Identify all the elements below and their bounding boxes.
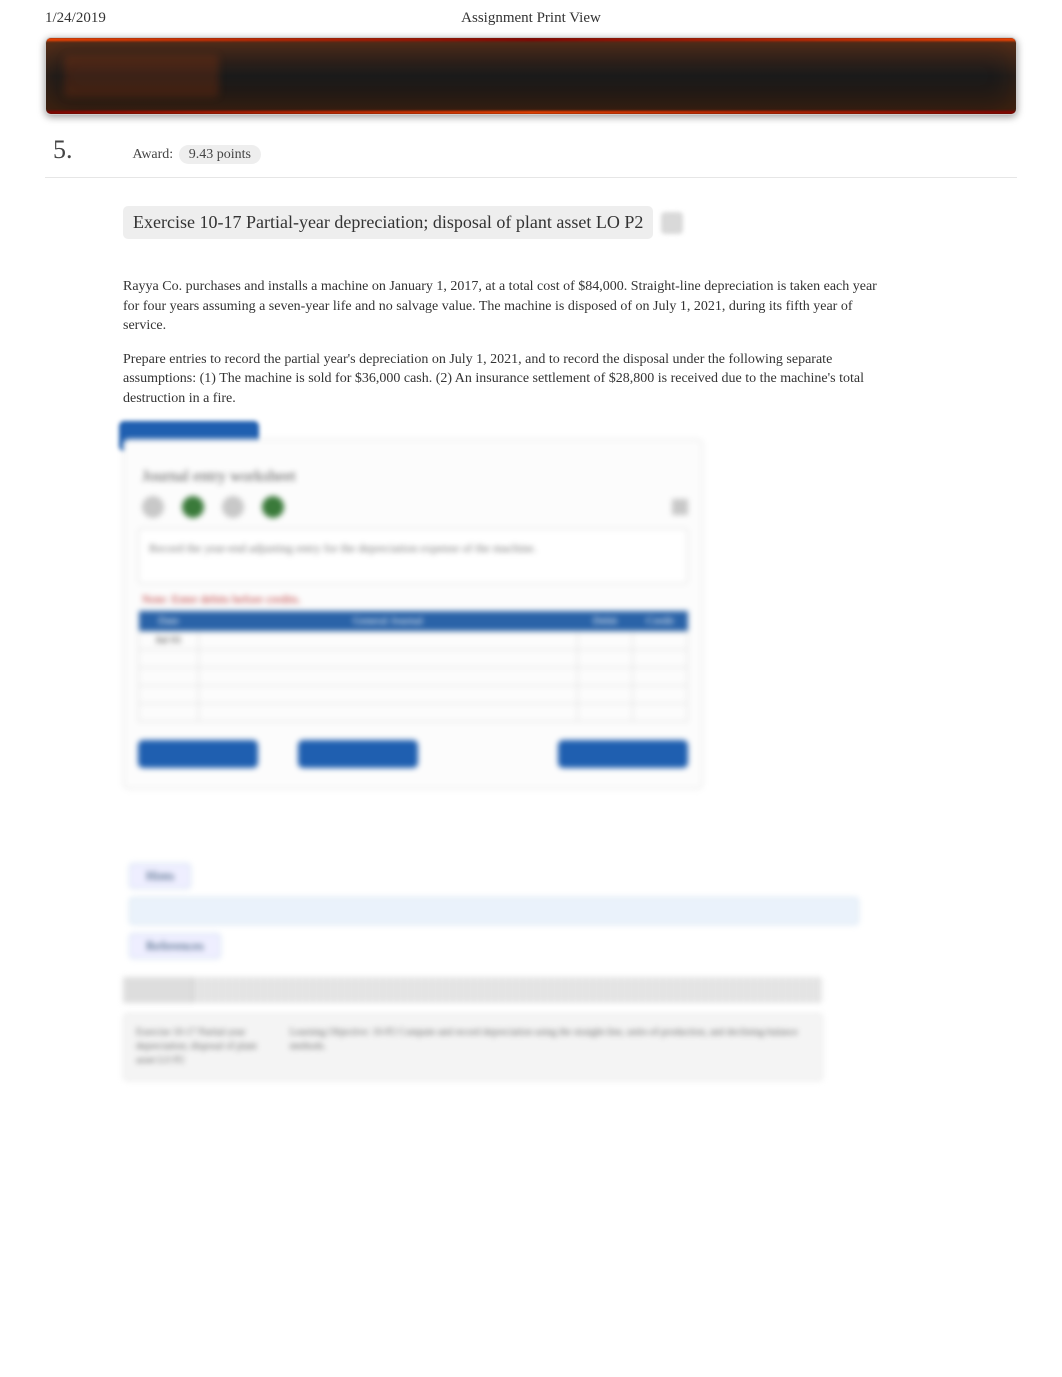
hints-link[interactable]: Hints bbox=[129, 863, 191, 889]
ebook-resources-link[interactable] bbox=[129, 897, 859, 925]
record-entry-button[interactable] bbox=[138, 740, 258, 768]
table-cell[interactable] bbox=[578, 703, 633, 721]
step-indicator[interactable] bbox=[222, 496, 244, 518]
meta-bar bbox=[123, 977, 823, 1003]
step-indicator[interactable] bbox=[182, 496, 204, 518]
question-number: 5. bbox=[53, 135, 73, 165]
page-title: Assignment Print View bbox=[461, 10, 601, 27]
journal-table[interactable]: Date General Journal Debit Credit Jul 01 bbox=[138, 611, 688, 722]
table-cell[interactable] bbox=[199, 631, 578, 649]
col-general-journal: General Journal bbox=[199, 611, 578, 632]
col-debit: Debit bbox=[578, 611, 633, 632]
step-indicator[interactable] bbox=[262, 496, 284, 518]
col-credit: Credit bbox=[633, 611, 688, 632]
table-cell[interactable] bbox=[578, 667, 633, 685]
award-label: Award: bbox=[133, 147, 174, 162]
reference-details: Exercise 10-17 Partial-year depreciation… bbox=[123, 1013, 823, 1081]
table-cell[interactable] bbox=[633, 631, 688, 649]
close-icon[interactable] bbox=[672, 499, 688, 515]
worksheet-instruction: Record the year-end adjusting entry for … bbox=[138, 528, 688, 584]
table-cell[interactable] bbox=[199, 703, 578, 721]
reference-right: Learning Objective: 10-P2 Compute and re… bbox=[290, 1026, 810, 1068]
table-cell[interactable] bbox=[578, 685, 633, 703]
table-cell[interactable] bbox=[578, 631, 633, 649]
table-cell[interactable] bbox=[199, 667, 578, 685]
references-link[interactable]: References bbox=[129, 933, 221, 959]
worksheet-note: Note: Enter debits before credits. bbox=[142, 592, 688, 607]
table-cell[interactable]: Jul 01 bbox=[139, 631, 199, 649]
help-icon[interactable] bbox=[661, 212, 683, 234]
step-indicator[interactable] bbox=[142, 496, 164, 518]
journal-entry-worksheet: Journal entry worksheet Record the year-… bbox=[123, 439, 703, 789]
award-points: 9.43 points bbox=[179, 145, 261, 164]
table-cell[interactable] bbox=[139, 649, 199, 667]
worksheet-title: Journal entry worksheet bbox=[142, 468, 688, 486]
problem-paragraph-2: Prepare entries to record the partial ye… bbox=[123, 350, 885, 409]
table-cell[interactable] bbox=[578, 649, 633, 667]
clear-entry-button[interactable] bbox=[298, 740, 418, 768]
table-cell[interactable] bbox=[633, 667, 688, 685]
table-cell[interactable] bbox=[633, 703, 688, 721]
question-header: 5. Award: 9.43 points bbox=[45, 115, 1017, 178]
references-section: Hints References Exercise 10-17 Partial-… bbox=[123, 859, 885, 1081]
print-date: 1/24/2019 bbox=[45, 10, 106, 27]
table-cell[interactable] bbox=[633, 685, 688, 703]
brand-banner bbox=[45, 37, 1017, 115]
table-cell[interactable] bbox=[139, 685, 199, 703]
table-cell[interactable] bbox=[633, 649, 688, 667]
table-cell[interactable] bbox=[199, 685, 578, 703]
view-general-journal-button[interactable] bbox=[558, 740, 688, 768]
table-cell[interactable] bbox=[139, 703, 199, 721]
exercise-title: Exercise 10-17 Partial-year depreciation… bbox=[123, 206, 653, 239]
connect-logo bbox=[64, 55, 219, 97]
table-cell[interactable] bbox=[199, 649, 578, 667]
reference-left: Exercise 10-17 Partial-year depreciation… bbox=[136, 1026, 260, 1068]
col-date: Date bbox=[139, 611, 199, 632]
problem-paragraph-1: Rayya Co. purchases and installs a machi… bbox=[123, 277, 885, 336]
table-cell[interactable] bbox=[139, 667, 199, 685]
